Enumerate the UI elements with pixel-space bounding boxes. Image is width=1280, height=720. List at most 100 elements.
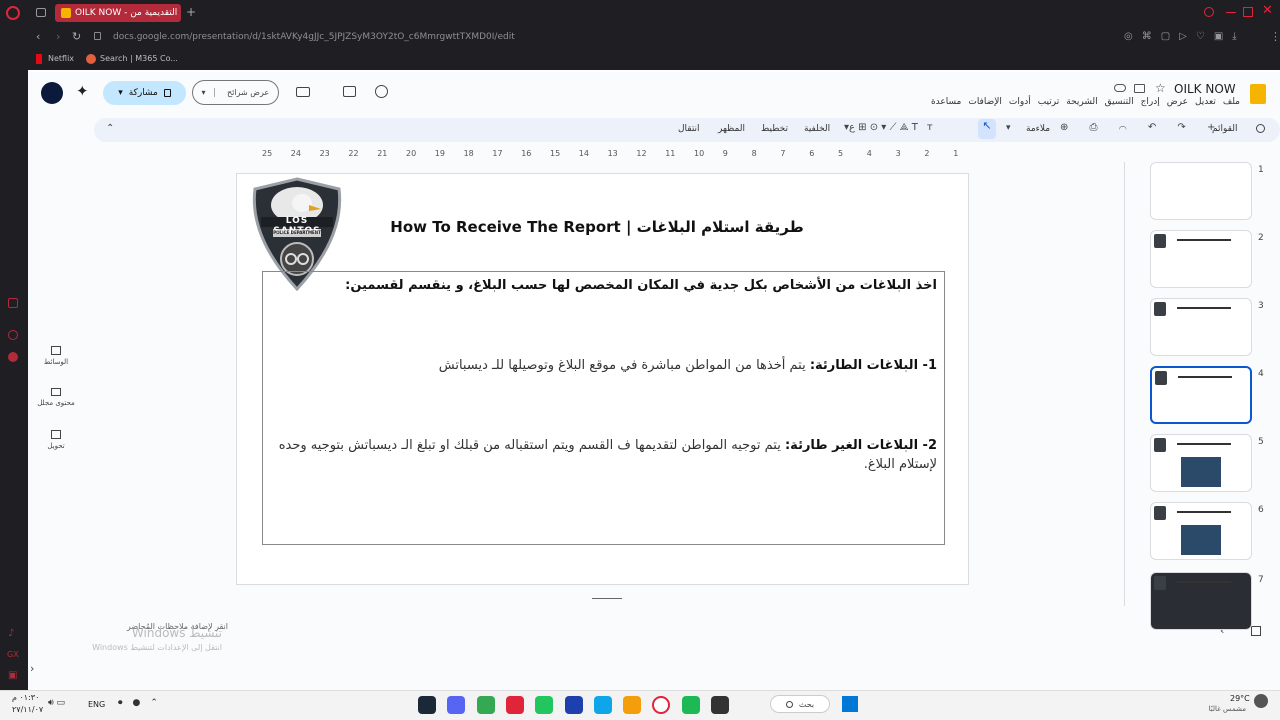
slide-title[interactable]: طريقة استلام البلاغات | How To Receive T… <box>387 218 807 236</box>
fit-zoom-label[interactable]: ملاءمة <box>1026 124 1050 134</box>
history-icon[interactable] <box>375 85 388 98</box>
menu-slide[interactable]: الشريحة <box>1066 97 1097 107</box>
image-icon <box>51 346 61 355</box>
steam-icon[interactable] <box>418 696 436 714</box>
star-icon[interactable]: ☆ <box>1155 81 1166 95</box>
store-icon[interactable] <box>564 696 583 714</box>
xbox-icon[interactable] <box>535 696 554 714</box>
sidebar-app-icon[interactable] <box>8 298 18 308</box>
bookmark-m365[interactable]: Search | M365 Co... <box>100 54 178 63</box>
reload-icon[interactable]: ↻ <box>72 30 81 43</box>
slide-thumbnail[interactable] <box>1150 162 1252 220</box>
start-button[interactable] <box>842 696 858 712</box>
tab-overview-icon[interactable] <box>36 8 46 17</box>
tray-icons[interactable]: 🔊︎ ▭ <box>48 698 65 708</box>
opera-logo-icon[interactable] <box>6 6 20 20</box>
menu-edit[interactable]: تعديل <box>1195 97 1216 107</box>
sidebar-app-icon[interactable]: GX <box>7 650 19 659</box>
toolbar-icons-right[interactable]: ⊕ ⎙ ⌒ ↶ ↷ + <box>1060 122 1224 133</box>
url-text[interactable]: docs.google.com/presentation/d/1sktAVKy4… <box>113 32 515 42</box>
menu-view[interactable]: عرض <box>1167 97 1188 107</box>
bookmark-netflix[interactable]: Netflix <box>48 54 74 63</box>
ruler-tick-label: 5 <box>838 149 844 158</box>
collapse-toolbar-icon[interactable]: ⌃ <box>106 123 114 134</box>
ruler-tick-label: 9 <box>722 149 728 158</box>
layout-button[interactable]: تخطيط <box>761 124 788 134</box>
new-tab-button[interactable]: + <box>186 5 196 19</box>
discord-icon[interactable] <box>447 696 466 714</box>
photos-icon[interactable] <box>623 696 642 714</box>
menu-format[interactable]: التنسيق <box>1105 97 1134 107</box>
grid-view-icon[interactable] <box>1251 626 1261 636</box>
expand-panel-icon[interactable]: › <box>30 662 34 675</box>
thumbnail-logo-icon <box>1154 438 1166 452</box>
edge-icon[interactable] <box>593 696 612 714</box>
back-icon[interactable]: ‹ <box>36 30 40 43</box>
share-button[interactable]: ▾ مشاركة <box>103 81 186 105</box>
menus-label[interactable]: القوائم <box>1212 124 1237 134</box>
slide-thumbnail[interactable] <box>1150 298 1252 356</box>
files-icon[interactable] <box>711 696 729 714</box>
select-cursor-icon[interactable]: ↖ <box>978 119 996 139</box>
active-tab[interactable]: OILK NOW - التقديمية من ... <box>55 4 181 22</box>
slide-thumbnail[interactable] <box>1150 230 1252 288</box>
weather-text: مشمس غالبًا <box>1208 705 1246 713</box>
address-bar: ‹ › ↻ docs.google.com/presentation/d/1sk… <box>28 26 1280 50</box>
toolbar-icons[interactable]: ▾ع ⊞ ⊙ ▾ ⟋ ⟁ Tт <box>844 122 942 133</box>
activate-windows-title: تنشيط Windows <box>131 626 222 640</box>
meet-icon[interactable] <box>296 87 310 97</box>
sidebar-app-icon[interactable]: ♪ <box>8 628 14 639</box>
zoom-dropdown-icon[interactable]: ▾ <box>1006 123 1011 133</box>
side-panel-media[interactable]: الوسائط <box>36 346 76 366</box>
menu-icon[interactable]: ⋮ <box>1270 30 1280 43</box>
tray-icons[interactable]: ⏺●⌃ <box>118 698 168 708</box>
slide-thumbnail[interactable] <box>1150 502 1252 560</box>
cloud-icon[interactable] <box>1114 84 1126 92</box>
menu-file[interactable]: ملف <box>1223 97 1240 107</box>
slide-thumbnail[interactable] <box>1150 366 1252 424</box>
affinity-icon[interactable] <box>505 696 524 714</box>
menu-addons[interactable]: الإضافات <box>968 97 1002 107</box>
slideshow-button[interactable]: ▾ عرض شرائح <box>192 80 279 105</box>
background-button[interactable]: الخلفية <box>804 124 830 134</box>
menu-help[interactable]: مساعدة <box>931 97 961 107</box>
doc-title[interactable]: OILK NOW <box>1174 82 1236 96</box>
slide-thumbnail[interactable] <box>1150 434 1252 492</box>
side-panel-content[interactable]: محتوى مجلل <box>32 388 80 407</box>
notes-resize-handle[interactable] <box>592 598 622 599</box>
theme-button[interactable]: المظهر <box>718 124 745 134</box>
menu-tools[interactable]: أدوات <box>1009 97 1031 107</box>
slide-canvas[interactable]: LOS SANTOS POLICE DEPARTMENT طريقة استلا… <box>236 173 969 585</box>
extensions-icons[interactable]: ◎⌘▢▷♡▣⤓ <box>1124 31 1246 42</box>
taskbar-search[interactable]: بحث <box>770 695 830 713</box>
search-menus-icon[interactable] <box>1256 124 1265 133</box>
minimize-button[interactable] <box>1226 12 1236 13</box>
move-icon[interactable] <box>1134 84 1145 93</box>
ruler-tick-label: 10 <box>694 149 705 158</box>
sparkle-icon[interactable]: ✦ <box>76 82 89 100</box>
maximize-button[interactable] <box>1243 7 1253 17</box>
side-panel-convert[interactable]: تحويل <box>36 430 76 450</box>
gemini-avatar[interactable] <box>41 82 63 104</box>
chrome-icon[interactable] <box>476 696 495 714</box>
thumbnail-photo <box>1181 457 1221 487</box>
search-icon[interactable] <box>1204 7 1214 17</box>
sidebar-app-icon[interactable] <box>8 330 18 340</box>
lang-indicator[interactable]: ENG <box>88 700 105 709</box>
sidebar-app-icon[interactable]: ▣ <box>8 670 17 681</box>
opera-sidebar: ♪ GX ▣ ⋯ <box>0 26 28 709</box>
menu-insert[interactable]: إدراج <box>1141 97 1160 107</box>
menu-arrange[interactable]: ترتيب <box>1038 97 1060 107</box>
forward-icon[interactable]: › <box>56 30 60 43</box>
slide-number: 7 <box>1258 575 1264 585</box>
ruler-tick-label: 22 <box>348 149 359 158</box>
transition-button[interactable]: انتقال <box>678 124 700 134</box>
menu-bar: ملف تعديل عرض إدراج التنسيق الشريحة ترتي… <box>880 97 1240 107</box>
sidebar-app-icon[interactable] <box>8 352 18 362</box>
spotify-icon[interactable] <box>681 696 700 714</box>
body-text-box[interactable]: اخذ البلاغات من الأشخاص بكل جدية في المك… <box>262 271 945 545</box>
slide-thumbnail[interactable] <box>1150 572 1252 630</box>
close-button[interactable]: ✕ <box>1262 3 1273 18</box>
weather-icon[interactable] <box>1254 694 1268 708</box>
comments-icon[interactable] <box>343 86 356 97</box>
